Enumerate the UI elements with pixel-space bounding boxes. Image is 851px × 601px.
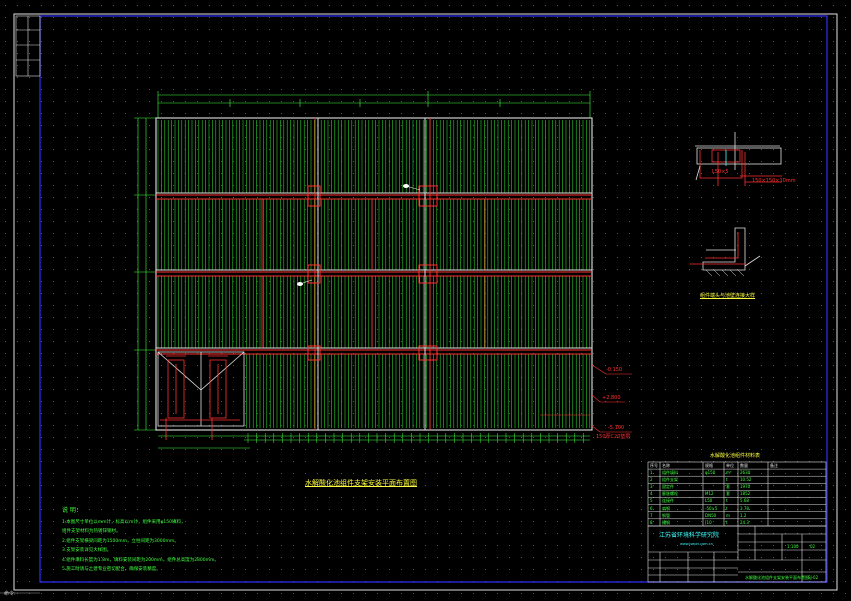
bom-header-cell: 序号: [650, 463, 658, 468]
bom-cell: L50: [705, 498, 713, 504]
bom-cell: t: [726, 519, 728, 525]
bom-cell: 组件填料: [662, 470, 678, 475]
bom-cell: 3.78: [740, 505, 749, 511]
bom-cell: 4: [650, 491, 653, 497]
bom-title: 水解酸化池组件材料表: [710, 453, 761, 459]
bom-header-cell: 名称: [662, 463, 670, 468]
bom-cell: 1970: [740, 484, 751, 490]
bom-cell: 10.52: [740, 477, 752, 483]
bom-cell: 1.2: [740, 512, 747, 518]
bom-cell: 6: [650, 505, 653, 511]
elevation-label-b: +2.800: [602, 395, 621, 401]
bom-cell: m³: [726, 470, 732, 475]
detail-label-plate: 150×150×10mm: [752, 178, 796, 184]
note-line: 1.本图尺寸单位以mm计，标高以m计，组件采用φ150填料，: [62, 519, 186, 525]
note-line: 3.支架安装详见大样图。: [62, 548, 112, 553]
bom-cell: 5: [650, 498, 653, 504]
bom-cell: 7: [650, 512, 653, 518]
elevation-label-c: -5.100: [608, 425, 625, 431]
bom-cell: [10: [705, 519, 712, 525]
bom-cell: φ150: [705, 470, 716, 475]
bom-cell: 槽钢: [662, 519, 670, 525]
company-url: www.jsepri.com.cn: [680, 542, 713, 546]
elevation-label-a: -0.150: [606, 367, 623, 373]
bom-header-cell: 数量: [740, 463, 748, 468]
bom-cell: 组件支架: [662, 477, 678, 483]
bom-header-cell: 备注: [770, 463, 778, 468]
bom-cell: 3: [650, 484, 653, 490]
command-line[interactable]: 命令:: [4, 590, 16, 597]
bom-cell: 2: [650, 477, 653, 483]
company-name: 江苏省环境科学研究院: [659, 532, 720, 539]
note-line: 4.组件填料长度为1.8m，填料安装间距为200mm，组件总高度为2800mm。: [62, 557, 219, 563]
elevation-label-d: 150厚C20垫层: [596, 434, 631, 440]
bom-cell: 连接件: [662, 498, 674, 504]
bom-cell: M12: [705, 491, 714, 497]
bom-cell: 1: [650, 470, 653, 475]
design-notes: 说 明： 1.本图尺寸单位以mm计，标高以m计，组件采用φ150填料， 组件支架…: [62, 506, 219, 575]
bom-cell: 5.68: [740, 498, 749, 504]
title-block-drawing-no: SJ-02: [808, 575, 819, 580]
bom-cell: 24.3: [740, 519, 749, 525]
bom-cell: m: [726, 512, 730, 518]
bom-cell: 套: [726, 491, 730, 497]
bom-cell: 8: [650, 519, 653, 525]
bom-cell: 套: [726, 484, 730, 490]
bom-cell: 扁钢: [662, 505, 670, 511]
title-block-drawing-name: 水解酸化池组件支架安装平面布置图: [745, 575, 809, 580]
drawing-title: 水解酸化池组件支架安装平面布置图: [305, 479, 417, 487]
bom-cell: 2630: [740, 470, 751, 475]
detail-caption: 组件端头与池壁连接大样: [700, 293, 756, 299]
note-line: 2.组件支架横梁间距为1500mm，立柱间距为3000mm。: [62, 538, 179, 544]
bom-header-cell: 单位: [726, 463, 734, 468]
notes-heading: 说 明：: [62, 507, 82, 514]
cad-drawing-canvas[interactable]: 水解酸化池组件支架安装平面布置图 说 明： 1.本图尺寸单位以mm计，标高以m计…: [0, 0, 851, 597]
bom-cell: 1852: [740, 491, 751, 497]
bom-cell: -50×5: [705, 505, 718, 511]
bom-cell: DN50: [705, 512, 717, 518]
title-block-sheet: 02: [810, 544, 816, 549]
bom-cell: 膨胀螺栓: [662, 491, 678, 497]
bom-cell: t: [726, 477, 728, 483]
note-line: 5.施工时请与土建专业密切配合，确保安装精度。: [62, 567, 161, 572]
detail-label-angle: L50×5: [712, 169, 729, 175]
bom-header-cell: 规格: [705, 463, 713, 468]
title-block-scale: 1:100: [787, 544, 799, 549]
bom-cell: t: [726, 498, 728, 504]
bom-cell: 钢管: [662, 512, 670, 518]
bom-cell: 固定件: [662, 484, 674, 490]
bom-cell: t: [726, 505, 728, 511]
note-line: 组件支架材料为热镀锌钢材。: [62, 529, 121, 534]
